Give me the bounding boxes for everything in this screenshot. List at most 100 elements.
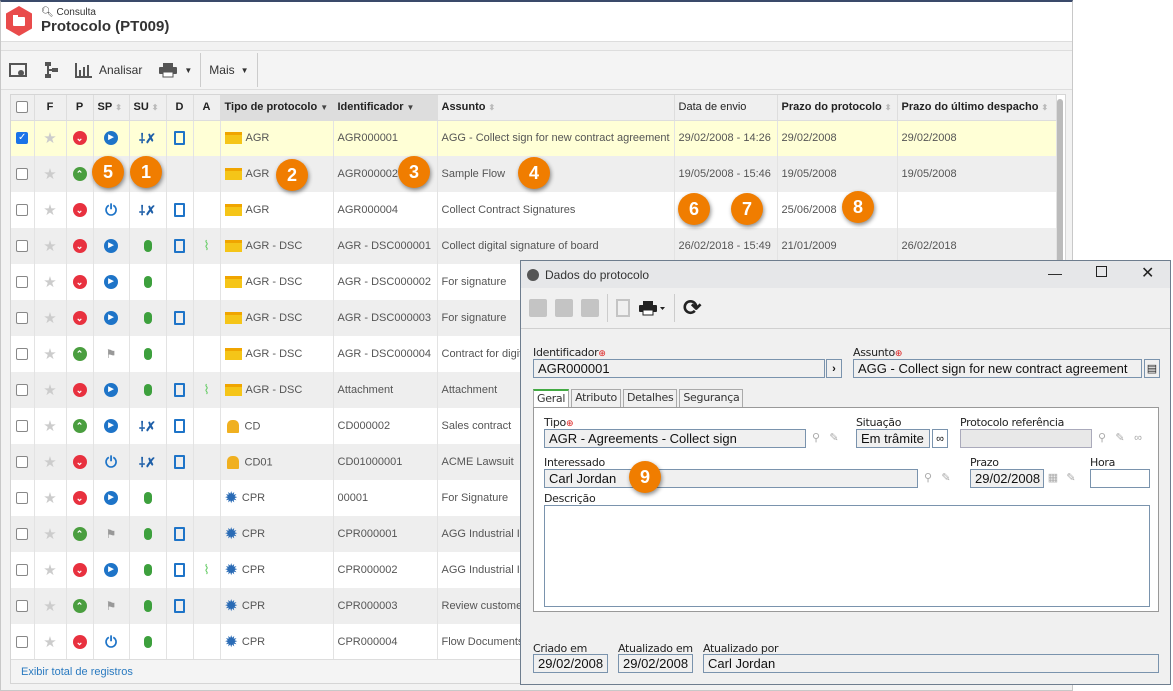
clear-icon[interactable]: ✎	[826, 429, 842, 448]
row-checkbox[interactable]	[11, 552, 35, 588]
favorite-cell[interactable]: ★	[34, 156, 67, 192]
minimize-button[interactable]: —	[1048, 265, 1062, 281]
clear-icon[interactable]: ✎	[1063, 469, 1079, 488]
breadcrumb[interactable]: 🔍︎ Consulta	[41, 7, 96, 18]
column-header-identificador[interactable]: Identificador ▼	[333, 95, 438, 121]
column-header-data-envio[interactable]: Data de envio	[674, 95, 778, 121]
interessado-field[interactable]: Carl Jordan	[544, 469, 918, 488]
column-header-d[interactable]: D	[166, 95, 194, 121]
table-row[interactable]: ✓ ★ ⌄ ▶ ⸸✗ AGR AGR000001 AGG - Collect sign for…	[11, 120, 1057, 156]
row-checkbox[interactable]	[11, 588, 35, 624]
save-new-icon[interactable]	[529, 299, 547, 317]
maximize-button[interactable]	[1096, 266, 1107, 277]
workflow-button[interactable]	[35, 51, 67, 89]
clear-icon[interactable]: ✎	[938, 469, 954, 488]
favorite-cell[interactable]: ★	[34, 264, 67, 300]
row-checkbox[interactable]	[11, 444, 35, 480]
print-button[interactable]: ▼	[150, 51, 200, 89]
row-checkbox[interactable]	[11, 192, 35, 228]
prazo-field[interactable]: 29/02/2008	[970, 469, 1044, 488]
favorite-cell[interactable]: ★	[34, 552, 67, 588]
calendar-icon[interactable]: ▦	[1045, 469, 1061, 488]
prazo-cell: 29/02/2008	[777, 120, 898, 156]
favorite-cell[interactable]: ★	[34, 228, 67, 264]
show-total-link[interactable]: Exibir total de registros	[21, 666, 133, 678]
binoculars-icon[interactable]: ∞	[1130, 429, 1146, 448]
row-checkbox[interactable]	[11, 156, 35, 192]
document-cell	[166, 336, 194, 372]
favorite-cell[interactable]: ★	[34, 516, 67, 552]
su-cell: ⸸✗	[129, 120, 167, 156]
more-button[interactable]: Mais ▼	[201, 51, 256, 89]
sp-cell: ⚑	[93, 516, 130, 552]
favorite-cell[interactable]: ★	[34, 480, 67, 516]
su-cell	[129, 516, 167, 552]
row-checkbox[interactable]	[11, 336, 35, 372]
favorite-cell[interactable]: ★	[34, 120, 67, 156]
required-icon: ⊕	[598, 349, 606, 359]
row-checkbox[interactable]	[11, 300, 35, 336]
select-all-checkbox[interactable]	[11, 95, 35, 121]
close-button[interactable]: ✕	[1141, 263, 1154, 283]
favorite-cell[interactable]: ★	[34, 192, 67, 228]
table-row[interactable]: ★ ⌄ ▶ ⌇ AGR - DSC AGR - DSC000001 Collect digi…	[11, 228, 1057, 264]
row-checkbox[interactable]	[11, 264, 35, 300]
analyze-button[interactable]: Analisar	[67, 51, 150, 89]
favorite-cell[interactable]: ★	[34, 408, 67, 444]
column-header-prazo[interactable]: Prazo do protocolo ⬍	[777, 95, 898, 121]
row-checkbox[interactable]	[11, 624, 35, 660]
search-icon[interactable]: ⚲	[1094, 429, 1110, 448]
row-checkbox[interactable]	[11, 228, 35, 264]
descricao-field[interactable]	[544, 505, 1150, 607]
clear-icon[interactable]: ✎	[1112, 429, 1128, 448]
dialog-title-bar[interactable]: Dados do protocolo — ✕	[521, 261, 1170, 288]
page-header: 🔍︎ Consulta Protocolo (PT009)	[1, 2, 1072, 42]
favorite-cell[interactable]: ★	[34, 372, 67, 408]
table-row[interactable]: ★ ⌄ ⏻ ⸸✗ AGR AGR000004 Collect Contract Signat…	[11, 192, 1057, 228]
column-header-p[interactable]: P	[66, 95, 94, 121]
column-header-a[interactable]: A	[193, 95, 221, 121]
tab-seguranca[interactable]: Segurança	[679, 389, 744, 408]
new-document-icon[interactable]	[616, 299, 630, 317]
favorite-cell[interactable]: ★	[34, 624, 67, 660]
column-header-su[interactable]: SU ⬍	[129, 95, 167, 121]
attachment-icon: ⌇	[203, 382, 210, 397]
tab-atributo[interactable]: Atributo	[571, 389, 621, 408]
tipo-field[interactable]: AGR - Agreements - Collect sign	[544, 429, 806, 448]
refresh-icon[interactable]: ⟳	[683, 295, 701, 321]
search-icon[interactable]: ⚲	[920, 469, 936, 488]
save-close-icon[interactable]	[581, 299, 599, 317]
favorite-cell[interactable]: ★	[34, 300, 67, 336]
binoculars-icon[interactable]: ∞	[932, 429, 948, 448]
row-checkbox[interactable]	[11, 372, 35, 408]
row-checkbox[interactable]: ✓	[11, 120, 35, 156]
chevron-right-icon[interactable]: ›	[826, 359, 842, 378]
search-icon[interactable]: ⚲	[808, 429, 824, 448]
situacao-label: Situação	[856, 416, 902, 429]
column-header-f[interactable]: F	[34, 95, 67, 121]
favorite-cell[interactable]: ★	[34, 336, 67, 372]
row-checkbox[interactable]	[11, 408, 35, 444]
identificador-field[interactable]: AGR000001	[533, 359, 825, 378]
view-button[interactable]	[1, 51, 35, 89]
tab-geral[interactable]: Geral	[533, 389, 570, 408]
column-header-sp[interactable]: SP ⬍	[93, 95, 130, 121]
tab-detalhes[interactable]: Detalhes	[622, 389, 678, 408]
printer-icon[interactable]	[638, 300, 666, 316]
column-header-assunto[interactable]: Assunto ⬍	[437, 95, 675, 121]
row-checkbox[interactable]	[11, 516, 35, 552]
divider	[607, 294, 608, 322]
document-icon	[174, 131, 185, 146]
prazo-cell: 25/06/2008	[777, 192, 898, 228]
column-header-tipo[interactable]: Tipo de protocolo ▼	[220, 95, 334, 121]
notes-icon[interactable]: ▤	[1144, 359, 1160, 378]
row-checkbox[interactable]	[11, 480, 35, 516]
save-icon[interactable]	[555, 299, 573, 317]
sort-desc-icon: ▼	[320, 103, 329, 113]
assunto-field[interactable]: AGG - Collect sign for new contract agre…	[853, 359, 1142, 378]
favorite-cell[interactable]: ★	[34, 444, 67, 480]
favorite-cell[interactable]: ★	[34, 588, 67, 624]
hora-field[interactable]	[1090, 469, 1150, 488]
ref-field[interactable]	[960, 429, 1092, 448]
column-header-ultimo-despacho[interactable]: Prazo do último despacho ⬍	[897, 95, 1057, 121]
